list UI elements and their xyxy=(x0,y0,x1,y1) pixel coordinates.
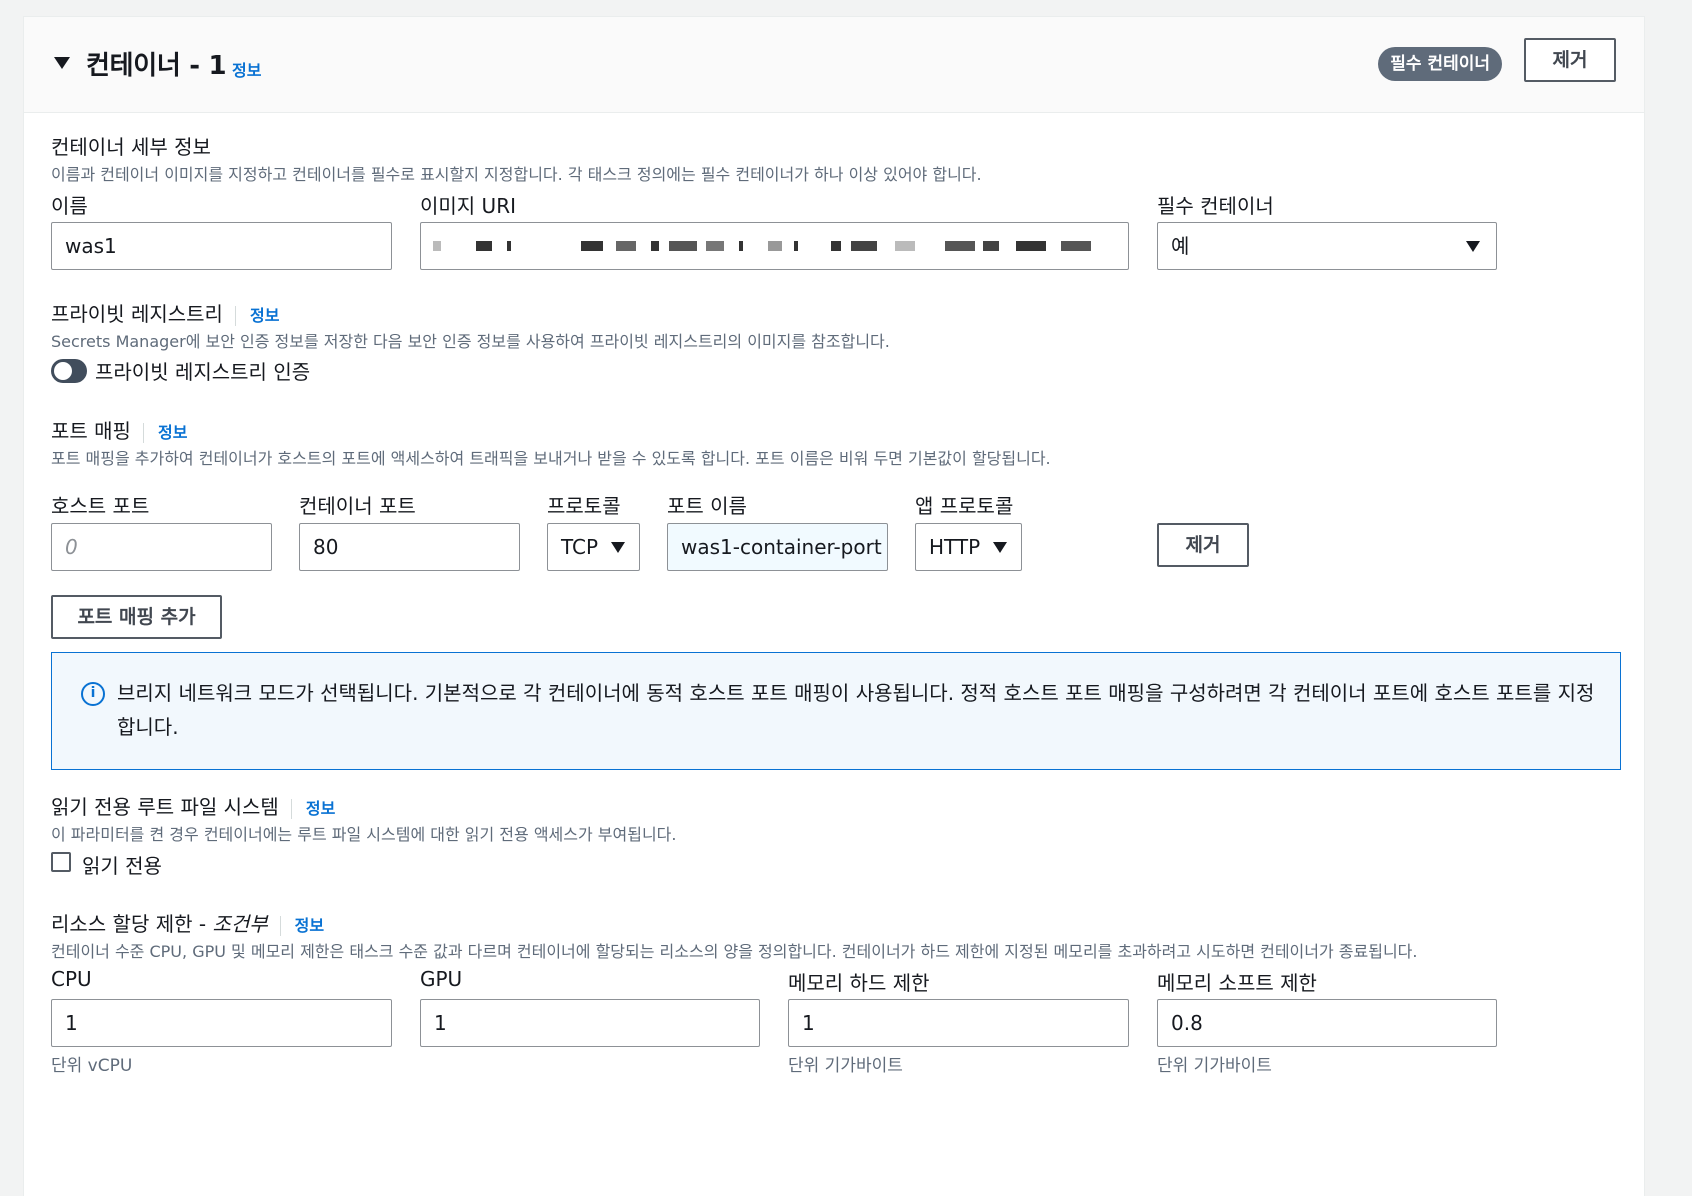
memory-hard-unit: 단위 기가바이트 xyxy=(788,1056,903,1076)
port-mapping-title-row: 포트 매핑 정보 xyxy=(51,415,187,444)
private-registry-toggle-label: 프라이빗 레지스트리 인증 xyxy=(95,360,311,384)
memory-hard-input[interactable]: 1 xyxy=(788,999,1129,1047)
caret-down-icon xyxy=(1466,241,1480,252)
gpu-label: GPU xyxy=(420,967,463,991)
memory-hard-label: 메모리 하드 제한 xyxy=(788,971,930,995)
gpu-input[interactable]: 1 xyxy=(420,999,760,1047)
memory-soft-input[interactable]: 0.8 xyxy=(1157,999,1497,1047)
registry-info-link[interactable]: 정보 xyxy=(250,306,279,325)
memory-soft-label: 메모리 소프트 제한 xyxy=(1157,971,1317,995)
caret-down-icon xyxy=(993,542,1007,553)
registry-description: Secrets Manager에 보안 인증 정보를 저장한 다음 보안 인증 … xyxy=(51,332,890,351)
divider xyxy=(142,422,144,443)
private-registry-toggle[interactable] xyxy=(51,359,87,383)
cpu-label: CPU xyxy=(51,967,92,991)
port-name-input[interactable]: was1-container-port xyxy=(667,523,888,571)
add-port-mapping-button[interactable]: 포트 매핑 추가 xyxy=(51,595,222,639)
essential-badge: 필수 컨테이너 xyxy=(1378,47,1502,81)
header-info-link[interactable]: 정보 xyxy=(232,57,261,81)
container-port-label: 컨테이너 포트 xyxy=(299,494,416,518)
info-alert: i 브리지 네트워크 모드가 선택됩니다. 기본적으로 각 컨테이너에 동적 호… xyxy=(51,652,1621,770)
resources-title: 리소스 할당 제한 - xyxy=(51,912,213,936)
alert-text: 브리지 네트워크 모드가 선택됩니다. 기본적으로 각 컨테이너에 동적 호스트… xyxy=(117,681,1595,739)
container-port-input[interactable]: 80 xyxy=(299,523,520,571)
divider xyxy=(290,798,292,819)
info-icon: i xyxy=(81,682,105,706)
image-uri-label: 이미지 URI xyxy=(420,194,516,218)
toggle-knob xyxy=(54,362,72,380)
resources-description: 컨테이너 수준 CPU, GPU 및 메모리 제한은 태스크 수준 값과 다르며… xyxy=(51,942,1418,961)
cpu-input[interactable]: 1 xyxy=(51,999,392,1047)
app-protocol-select[interactable]: HTTP xyxy=(915,523,1022,571)
details-description: 이름과 컨테이너 이미지를 지정하고 컨테이너를 필수로 표시할지 지정합니다.… xyxy=(51,165,982,184)
essential-label: 필수 컨테이너 xyxy=(1157,194,1274,218)
readonly-info-link[interactable]: 정보 xyxy=(306,799,335,818)
container-title: 컨테이너 - 1 xyxy=(86,51,227,81)
app-protocol-label: 앱 프로토콜 xyxy=(915,494,1014,518)
port-mapping-info-link[interactable]: 정보 xyxy=(158,423,187,442)
readonly-checkbox[interactable] xyxy=(51,852,71,872)
remove-container-button[interactable]: 제거 xyxy=(1524,38,1616,82)
resources-title-conditional: 조건부 xyxy=(212,912,268,936)
caret-down-icon xyxy=(611,542,625,553)
caret-down-icon[interactable] xyxy=(54,57,70,69)
protocol-select-value: TCP xyxy=(561,535,599,559)
resources-info-link[interactable]: 정보 xyxy=(295,916,324,935)
name-label: 이름 xyxy=(51,194,88,218)
registry-title-row: 프라이빗 레지스트리 정보 xyxy=(51,298,279,327)
essential-select[interactable]: 예 xyxy=(1157,222,1497,270)
memory-soft-unit: 단위 기가바이트 xyxy=(1157,1056,1272,1076)
readonly-title-row: 읽기 전용 루트 파일 시스템 정보 xyxy=(51,791,335,820)
essential-select-value: 예 xyxy=(1171,234,1190,258)
port-mapping-title: 포트 매핑 xyxy=(51,419,131,443)
resources-title-row: 리소스 할당 제한 - 조건부 정보 xyxy=(51,908,324,937)
app-protocol-select-value: HTTP xyxy=(929,535,981,559)
port-mapping-description: 포트 매핑을 추가하여 컨테이너가 호스트의 포트에 액세스하여 트래픽을 보내… xyxy=(51,449,1051,468)
port-name-label: 포트 이름 xyxy=(667,494,747,518)
container-header[interactable]: 컨테이너 - 1 정보 필수 컨테이너 제거 xyxy=(24,17,1644,113)
host-port-input[interactable]: 0 xyxy=(51,523,272,571)
protocol-label: 프로토콜 xyxy=(547,494,621,518)
name-input[interactable]: was1 xyxy=(51,222,392,270)
host-port-label: 호스트 포트 xyxy=(51,494,150,518)
container-panel: 컨테이너 - 1 정보 필수 컨테이너 제거 컨테이너 세부 정보 이름과 컨테… xyxy=(23,16,1645,1196)
divider xyxy=(279,915,281,936)
divider xyxy=(234,305,236,326)
details-title: 컨테이너 세부 정보 xyxy=(51,135,211,159)
readonly-description: 이 파라미터를 켠 경우 컨테이너에는 루트 파일 시스템에 대한 읽기 전용 … xyxy=(51,825,677,844)
image-uri-input[interactable] xyxy=(420,222,1129,270)
readonly-checkbox-label: 읽기 전용 xyxy=(82,854,162,878)
readonly-title: 읽기 전용 루트 파일 시스템 xyxy=(51,795,279,819)
remove-port-mapping-button[interactable]: 제거 xyxy=(1157,523,1249,567)
cpu-unit: 단위 vCPU xyxy=(51,1056,133,1076)
protocol-select[interactable]: TCP xyxy=(547,523,640,571)
registry-title: 프라이빗 레지스트리 xyxy=(51,302,223,326)
